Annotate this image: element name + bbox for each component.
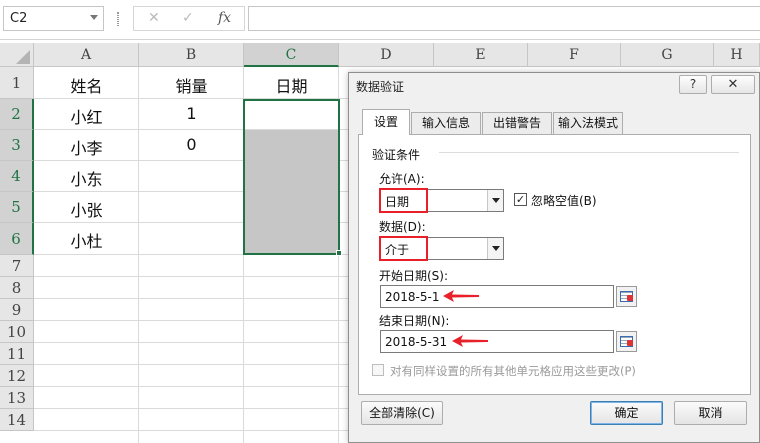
cancel-icon[interactable]: ✕ — [148, 10, 160, 26]
column-header-f[interactable]: F — [528, 43, 621, 67]
column-header-h[interactable]: H — [714, 43, 760, 67]
column-header-a[interactable]: A — [34, 43, 139, 67]
validation-criteria-label: 验证条件 — [372, 148, 421, 162]
column-header-e[interactable]: E — [434, 43, 528, 67]
column-header-d[interactable]: D — [339, 43, 434, 67]
cell-b3[interactable]: 0 — [139, 135, 244, 154]
highlight-box — [379, 188, 428, 213]
red-arrow-icon — [452, 335, 488, 347]
row-header-1[interactable]: 1 — [0, 67, 34, 99]
allow-label: 允许(A): — [379, 172, 425, 186]
cancel-button[interactable]: 取消 — [674, 401, 747, 425]
row-header-10[interactable]: 10 — [0, 321, 34, 343]
row-header-9[interactable]: 9 — [0, 299, 34, 321]
row-header-2[interactable]: 2 — [0, 99, 34, 130]
start-date-value: 2018-5-1 — [385, 290, 440, 304]
data-validation-dialog: 数据验证 ? ✕ 设置 输入信息 出错警告 输入法模式 验证条件 允许(A): … — [348, 72, 760, 443]
end-date-input[interactable]: 2018-5-31 — [380, 330, 614, 353]
insert-function-icon[interactable]: fx — [218, 10, 231, 26]
row-header-5[interactable]: 5 — [0, 192, 34, 223]
cell-a2[interactable]: 小红 — [34, 104, 139, 128]
settings-panel: 验证条件 允许(A): 日期 ✓ 忽略空值(B) 数据(D): 介于 开始日期(… — [358, 134, 751, 395]
end-date-label: 结束日期(N): — [379, 314, 450, 328]
clear-all-button[interactable]: 全部清除(C) — [361, 401, 443, 425]
formula-bar: C2 ✕ ✓ fx — [0, 0, 760, 40]
range-select-icon-marker — [627, 340, 633, 346]
row-header-12[interactable]: 12 — [0, 365, 34, 387]
range-select-icon-marker — [627, 295, 633, 301]
tab-settings[interactable]: 设置 — [362, 109, 410, 135]
row-header-6[interactable]: 6 — [0, 223, 34, 255]
group-divider — [439, 152, 739, 153]
enter-icon[interactable]: ✓ — [182, 10, 194, 26]
cell-b2[interactable]: 1 — [139, 104, 244, 123]
start-date-ref-button[interactable] — [616, 286, 637, 307]
highlight-box — [379, 236, 428, 261]
tab-error-alert[interactable]: 出错警告 — [482, 112, 552, 134]
data-label: 数据(D): — [379, 220, 426, 234]
cell-a1[interactable]: 姓名 — [34, 73, 139, 97]
cell-a6[interactable]: 小杜 — [34, 228, 139, 252]
red-arrow-icon — [443, 290, 479, 302]
ok-button[interactable]: 确定 — [590, 401, 663, 425]
cell-a5[interactable]: 小张 — [34, 197, 139, 221]
row-header-4[interactable]: 4 — [0, 161, 34, 192]
data-dropdown-arrow[interactable] — [487, 238, 503, 259]
tab-ime-mode[interactable]: 输入法模式 — [553, 112, 623, 134]
ignore-blank-label: 忽略空值(B) — [531, 194, 597, 208]
row-header-3[interactable]: 3 — [0, 130, 34, 161]
help-button[interactable]: ? — [679, 75, 707, 94]
row-header-14[interactable]: 14 — [0, 409, 34, 431]
dialog-title: 数据验证 — [356, 80, 405, 94]
cell-b1[interactable]: 销量 — [139, 73, 244, 97]
column-header-c[interactable]: C — [244, 43, 339, 67]
row-header-13[interactable]: 13 — [0, 387, 34, 409]
row-header-8[interactable]: 8 — [0, 277, 34, 299]
column-header-g[interactable]: G — [621, 43, 714, 67]
end-date-ref-button[interactable] — [616, 331, 637, 352]
active-cell-border — [243, 99, 340, 255]
allow-dropdown-arrow[interactable] — [487, 190, 503, 211]
formula-bar-splitter[interactable] — [117, 12, 119, 26]
column-header-b[interactable]: B — [139, 43, 244, 67]
chevron-down-icon — [492, 246, 500, 251]
cell-c1[interactable]: 日期 — [244, 73, 339, 97]
formula-input[interactable] — [248, 6, 760, 31]
start-date-label: 开始日期(S): — [379, 269, 449, 283]
name-box-dropdown-icon[interactable] — [90, 15, 98, 20]
row-header-11[interactable]: 11 — [0, 343, 34, 365]
row-header-7[interactable]: 7 — [0, 255, 34, 277]
chevron-down-icon — [492, 198, 500, 203]
end-date-value: 2018-5-31 — [385, 335, 448, 349]
apply-all-label: 对有同样设置的所有其他单元格应用这些更改(P) — [390, 364, 636, 378]
ignore-blank-checkbox[interactable]: ✓ — [514, 193, 527, 206]
cell-a3[interactable]: 小李 — [34, 135, 139, 159]
select-all-icon — [16, 50, 30, 64]
name-box[interactable]: C2 — [3, 6, 104, 31]
cell-a4[interactable]: 小东 — [34, 166, 139, 190]
start-date-input[interactable]: 2018-5-1 — [380, 285, 614, 308]
apply-all-checkbox[interactable] — [372, 364, 384, 376]
fill-handle[interactable] — [336, 250, 342, 256]
tab-input-message[interactable]: 输入信息 — [411, 112, 481, 134]
formula-buttons: ✕ ✓ fx — [133, 6, 245, 31]
close-button[interactable]: ✕ — [711, 75, 755, 94]
